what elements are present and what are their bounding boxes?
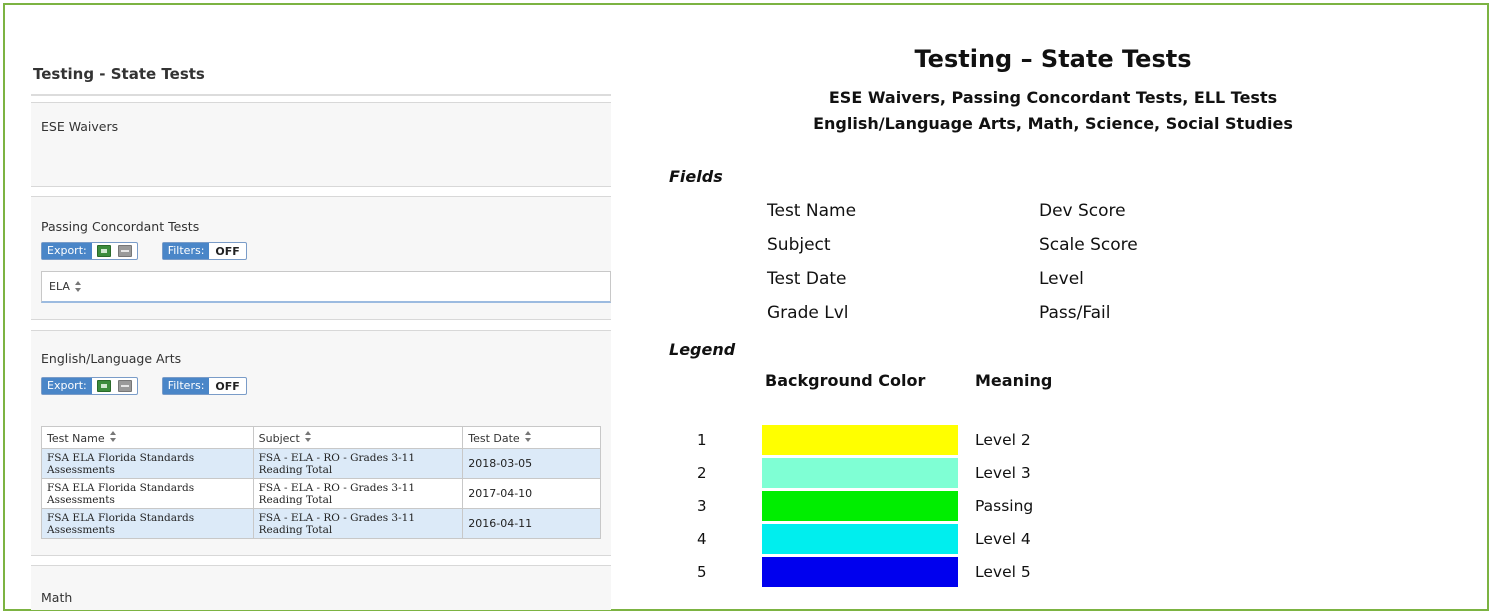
legend-swatch — [762, 491, 958, 521]
field-item: Level — [1039, 269, 1084, 289]
sort-icon[interactable] — [524, 430, 532, 442]
title-divider — [31, 94, 611, 96]
legend-swatch — [762, 557, 958, 587]
legend-swatch — [762, 425, 958, 455]
toolbar-passing-concordant: Export: Filters: OFF — [41, 242, 271, 260]
sort-icon[interactable] — [304, 430, 312, 442]
cell-test-date: 2017-04-10 — [462, 478, 601, 509]
filters-label: Filters: — [162, 243, 210, 259]
doc-subtitle-2: English/Language Arts, Math, Science, So… — [813, 114, 1293, 133]
legend-meaning: Level 5 — [975, 563, 1031, 581]
toolbar-english: Export: Filters: OFF — [41, 377, 271, 395]
cell-test-date: 2018-03-05 — [462, 448, 601, 479]
cell-test-name: FSA ELA Florida Standards Assessments — [41, 448, 254, 479]
filters-toggle[interactable]: Filters: OFF — [161, 242, 247, 260]
legend-num: 2 — [697, 464, 707, 482]
legend-heading: Legend — [669, 340, 736, 359]
section-title-ese-waivers: ESE Waivers — [41, 119, 119, 134]
section-title-english: English/Language Arts — [41, 351, 182, 366]
excel-export-icon[interactable] — [96, 245, 111, 257]
fields-heading: Fields — [669, 167, 723, 186]
print-icon[interactable] — [117, 245, 132, 257]
sort-icon[interactable] — [109, 430, 117, 442]
legend-num: 5 — [697, 563, 707, 581]
page-title: Testing - State Tests — [33, 65, 205, 83]
table-row[interactable]: FSA ELA Florida Standards Assessments FS… — [41, 508, 601, 539]
filters-state: OFF — [215, 379, 240, 393]
section-title-math: Math — [41, 590, 73, 605]
cell-subject: FSA - ELA - RO - Grades 3-11 Reading Tot… — [252, 448, 464, 479]
field-item: Subject — [767, 235, 831, 255]
legend-swatch — [762, 524, 958, 554]
filters-toggle[interactable]: Filters: OFF — [161, 377, 247, 395]
section-english-language-arts: English/Language Arts Export: Filters: O… — [31, 330, 611, 556]
legend-meaning: Passing — [975, 497, 1034, 515]
description-panel: Testing – State Tests ESE Waivers, Passi… — [615, 5, 1491, 605]
table-row[interactable]: FSA ELA Florida Standards Assessments FS… — [41, 478, 601, 509]
field-item: Test Name — [767, 201, 857, 221]
print-icon[interactable] — [117, 380, 132, 392]
state-tests-screenshot: Testing - State Tests ESE Waivers Passin… — [13, 45, 611, 610]
ela-tests-table: Test Name Subject Test Date FSA ELA Flor… — [41, 426, 601, 539]
section-ese-waivers: ESE Waivers — [31, 102, 611, 187]
field-item: Dev Score — [1039, 201, 1126, 221]
field-item: Test Date — [767, 269, 847, 289]
legend-col-color: Background Color — [765, 371, 926, 390]
doc-title: Testing – State Tests — [914, 45, 1192, 73]
legend-swatch — [762, 458, 958, 488]
cell-test-name: FSA ELA Florida Standards Assessments — [41, 508, 254, 539]
legend-meaning: Level 3 — [975, 464, 1031, 482]
legend-num: 4 — [697, 530, 707, 548]
concordant-table: ELA — [41, 271, 611, 303]
legend-meaning: Level 4 — [975, 530, 1031, 548]
legend-num: 3 — [697, 497, 707, 515]
column-header-subject[interactable]: Subject — [252, 426, 464, 449]
section-math: Math — [31, 565, 611, 610]
column-header-ela[interactable]: ELA — [49, 280, 82, 293]
sort-icon[interactable] — [74, 281, 82, 292]
column-header-test-name[interactable]: Test Name — [41, 426, 254, 449]
field-item: Grade Lvl — [767, 303, 849, 323]
outer-frame: Testing - State Tests ESE Waivers Passin… — [3, 3, 1489, 611]
legend-num: 1 — [697, 431, 707, 449]
legend-col-meaning: Meaning — [975, 371, 1053, 390]
cell-test-date: 2016-04-11 — [462, 508, 601, 539]
section-title-passing-concordant: Passing Concordant Tests — [41, 219, 200, 234]
column-header-test-date[interactable]: Test Date — [462, 426, 601, 449]
export-group: Export: — [41, 242, 138, 260]
excel-export-icon[interactable] — [96, 380, 111, 392]
legend-meaning: Level 2 — [975, 431, 1031, 449]
export-label: Export: — [42, 378, 92, 394]
cell-subject: FSA - ELA - RO - Grades 3-11 Reading Tot… — [252, 508, 464, 539]
section-passing-concordant: Passing Concordant Tests Export: Filters… — [31, 196, 611, 320]
field-item: Scale Score — [1039, 235, 1138, 255]
cell-subject: FSA - ELA - RO - Grades 3-11 Reading Tot… — [252, 478, 464, 509]
field-item: Pass/Fail — [1039, 303, 1111, 323]
cell-test-name: FSA ELA Florida Standards Assessments — [41, 478, 254, 509]
filters-label: Filters: — [162, 378, 210, 394]
doc-subtitle-1: ESE Waivers, Passing Concordant Tests, E… — [828, 88, 1278, 107]
export-group: Export: — [41, 377, 138, 395]
filters-state: OFF — [215, 244, 240, 258]
export-label: Export: — [42, 243, 92, 259]
table-header-row: Test Name Subject Test Date — [41, 426, 601, 449]
table-row[interactable]: FSA ELA Florida Standards Assessments FS… — [41, 448, 601, 479]
